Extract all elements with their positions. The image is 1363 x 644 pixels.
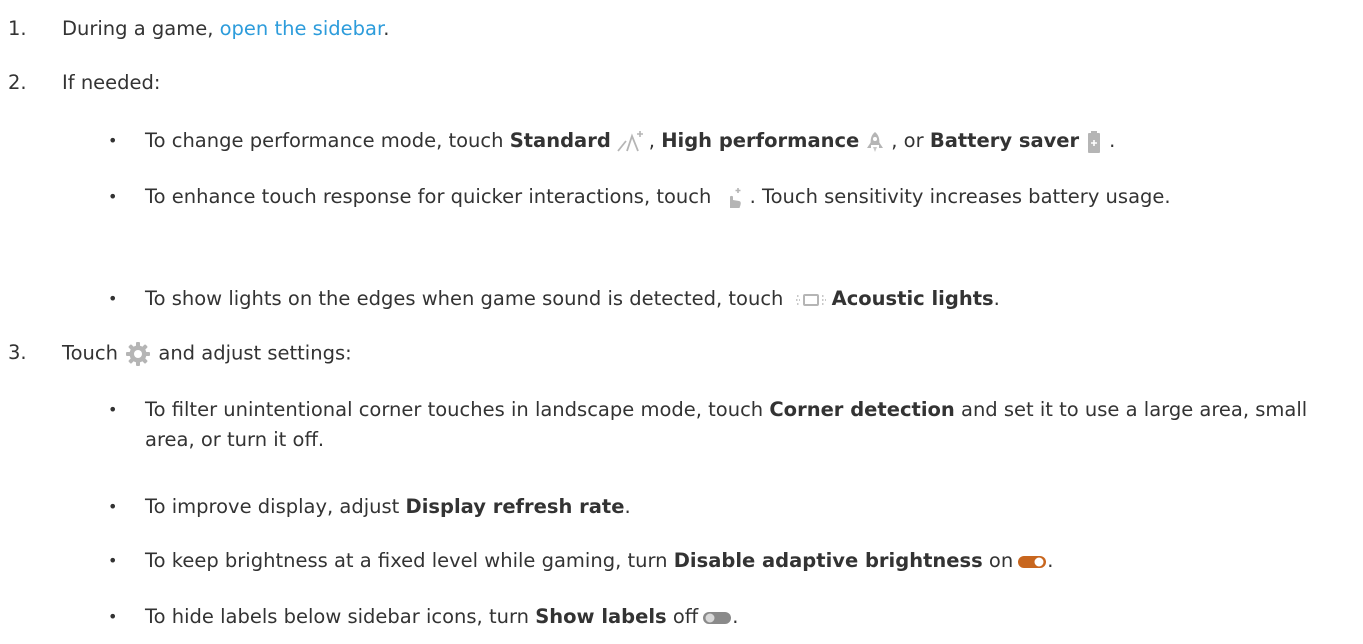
bullet: •	[108, 400, 118, 419]
display-refresh-rate-label: Display refresh rate	[405, 495, 625, 518]
disable-adaptive-brightness-label: Disable adaptive brightness	[673, 549, 983, 572]
open-sidebar-link[interactable]: open the sidebar	[220, 17, 384, 40]
step-number: 1.	[8, 17, 27, 40]
battery-icon	[1083, 130, 1105, 154]
high-performance-label: High performance	[661, 129, 860, 152]
bullet: •	[108, 187, 118, 206]
step-text: If needed:	[62, 71, 161, 94]
bullet: •	[108, 131, 118, 150]
acoustic-lights-label: Acoustic lights	[831, 287, 994, 310]
acoustic-lights-icon	[794, 288, 828, 312]
standard-mode-icon	[615, 130, 645, 154]
touch-sensitivity-icon	[722, 186, 746, 210]
standard-label: Standard	[509, 129, 611, 152]
show-labels-label: Show labels	[535, 605, 667, 628]
bullet: •	[108, 289, 118, 308]
bullet: •	[108, 551, 118, 570]
bullet: •	[108, 497, 118, 516]
corner-detection-label: Corner detection	[769, 398, 955, 421]
settings-gear-icon	[124, 340, 152, 368]
toggle-off-icon	[702, 609, 732, 627]
step-text: During a game, open the sidebar.	[62, 17, 390, 40]
step-text: Touch and adjust settings:	[62, 340, 352, 368]
battery-saver-label: Battery saver	[929, 129, 1080, 152]
toggle-on-icon	[1017, 553, 1047, 571]
bullet: •	[108, 607, 118, 626]
step-number: 2.	[8, 71, 27, 94]
step-number: 3.	[8, 341, 27, 364]
rocket-icon	[863, 130, 887, 154]
